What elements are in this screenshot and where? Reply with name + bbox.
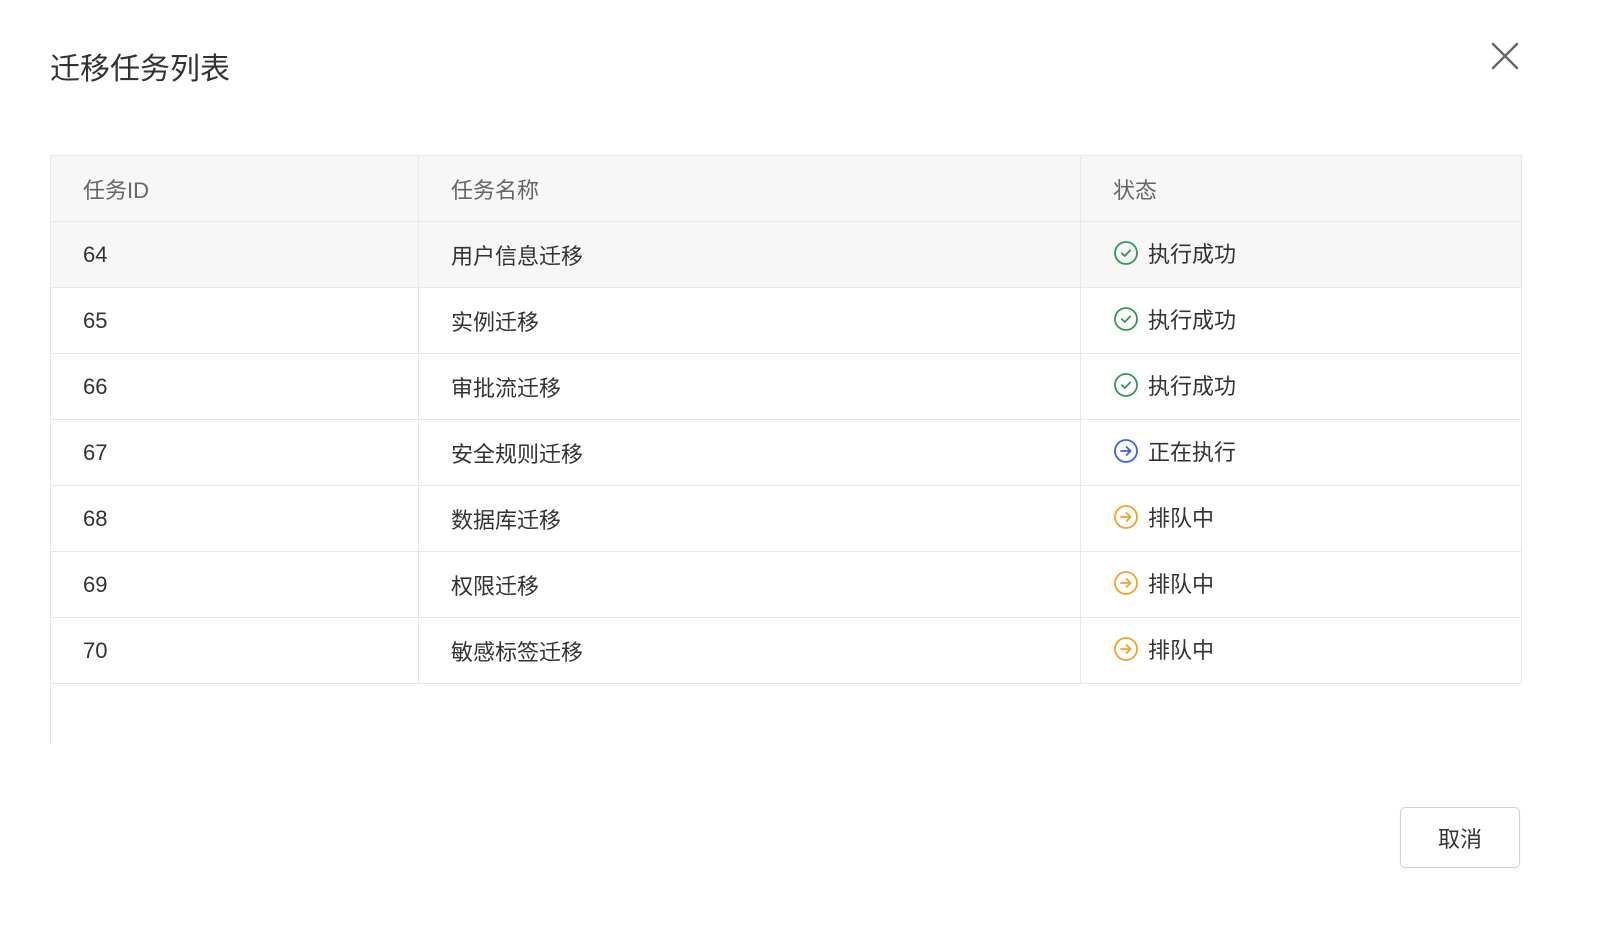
table-row[interactable]: 70 敏感标签迁移 排队中 xyxy=(50,617,1522,684)
column-header-task-name: 任务名称 xyxy=(418,155,1081,222)
status-cell: 排队中 xyxy=(1080,617,1522,684)
table-row[interactable]: 64 用户信息迁移 执行成功 xyxy=(50,221,1522,288)
status-cell: 执行成功 xyxy=(1080,353,1522,420)
cancel-button[interactable]: 取消 xyxy=(1400,807,1520,868)
table-row[interactable]: 68 数据库迁移 排队中 xyxy=(50,485,1522,552)
status-indicator: 排队中 xyxy=(1113,567,1214,599)
status-indicator: 正在执行 xyxy=(1113,435,1236,467)
column-header-status: 状态 xyxy=(1080,155,1522,222)
table-row[interactable]: 69 权限迁移 排队中 xyxy=(50,551,1522,618)
task-name-cell: 安全规则迁移 xyxy=(418,419,1081,486)
status-indicator: 排队中 xyxy=(1113,501,1214,533)
task-name-cell: 用户信息迁移 xyxy=(418,221,1081,288)
table-header-row: 任务ID 任务名称 状态 xyxy=(50,155,1522,222)
close-icon xyxy=(1490,41,1520,71)
task-name-cell: 权限迁移 xyxy=(418,551,1081,618)
status-indicator: 执行成功 xyxy=(1113,237,1236,269)
task-name-cell: 审批流迁移 xyxy=(418,353,1081,420)
status-label: 执行成功 xyxy=(1148,308,1237,333)
arrow-right-circle-icon xyxy=(1113,570,1139,596)
arrow-right-circle-icon xyxy=(1113,504,1139,530)
arrow-right-circle-icon xyxy=(1113,438,1139,464)
dialog-title: 迁移任务列表 xyxy=(50,53,230,86)
check-circle-icon xyxy=(1113,240,1139,266)
status-label: 正在执行 xyxy=(1148,440,1237,465)
status-indicator: 执行成功 xyxy=(1113,303,1236,335)
arrow-right-circle-icon xyxy=(1113,636,1139,662)
status-cell: 执行成功 xyxy=(1080,287,1522,354)
status-label: 排队中 xyxy=(1148,638,1215,663)
table-row[interactable]: 66 审批流迁移 执行成功 xyxy=(50,353,1522,420)
status-label: 执行成功 xyxy=(1148,242,1237,267)
task-id-cell: 68 xyxy=(50,485,419,552)
task-id-cell: 67 xyxy=(50,419,419,486)
task-id-cell: 65 xyxy=(50,287,419,354)
close-button[interactable] xyxy=(1489,40,1521,72)
task-table: 任务ID 任务名称 状态 64 用户信息迁移 执行成功 65 实例迁移 执行成功… xyxy=(50,155,1522,684)
status-cell: 排队中 xyxy=(1080,551,1522,618)
table-row[interactable]: 67 安全规则迁移 正在执行 xyxy=(50,419,1522,486)
task-id-cell: 69 xyxy=(50,551,419,618)
check-circle-icon xyxy=(1113,306,1139,332)
task-id-cell: 66 xyxy=(50,353,419,420)
column-header-task-id: 任务ID xyxy=(50,155,419,222)
status-label: 排队中 xyxy=(1148,572,1215,597)
status-indicator: 执行成功 xyxy=(1113,369,1236,401)
status-cell: 执行成功 xyxy=(1080,221,1522,288)
status-label: 执行成功 xyxy=(1148,374,1237,399)
table-row[interactable]: 65 实例迁移 执行成功 xyxy=(50,287,1522,354)
task-id-cell: 70 xyxy=(50,617,419,684)
task-name-cell: 敏感标签迁移 xyxy=(418,617,1081,684)
task-id-cell: 64 xyxy=(50,221,419,288)
status-cell: 排队中 xyxy=(1080,485,1522,552)
task-name-cell: 数据库迁移 xyxy=(418,485,1081,552)
check-circle-icon xyxy=(1113,372,1139,398)
status-label: 排队中 xyxy=(1148,506,1215,531)
task-name-cell: 实例迁移 xyxy=(418,287,1081,354)
status-indicator: 排队中 xyxy=(1113,633,1214,665)
status-cell: 正在执行 xyxy=(1080,419,1522,486)
migration-task-dialog: 迁移任务列表 任务ID 任务名称 状态 64 用户信息迁移 执行成功 65 实例… xyxy=(0,0,1598,934)
